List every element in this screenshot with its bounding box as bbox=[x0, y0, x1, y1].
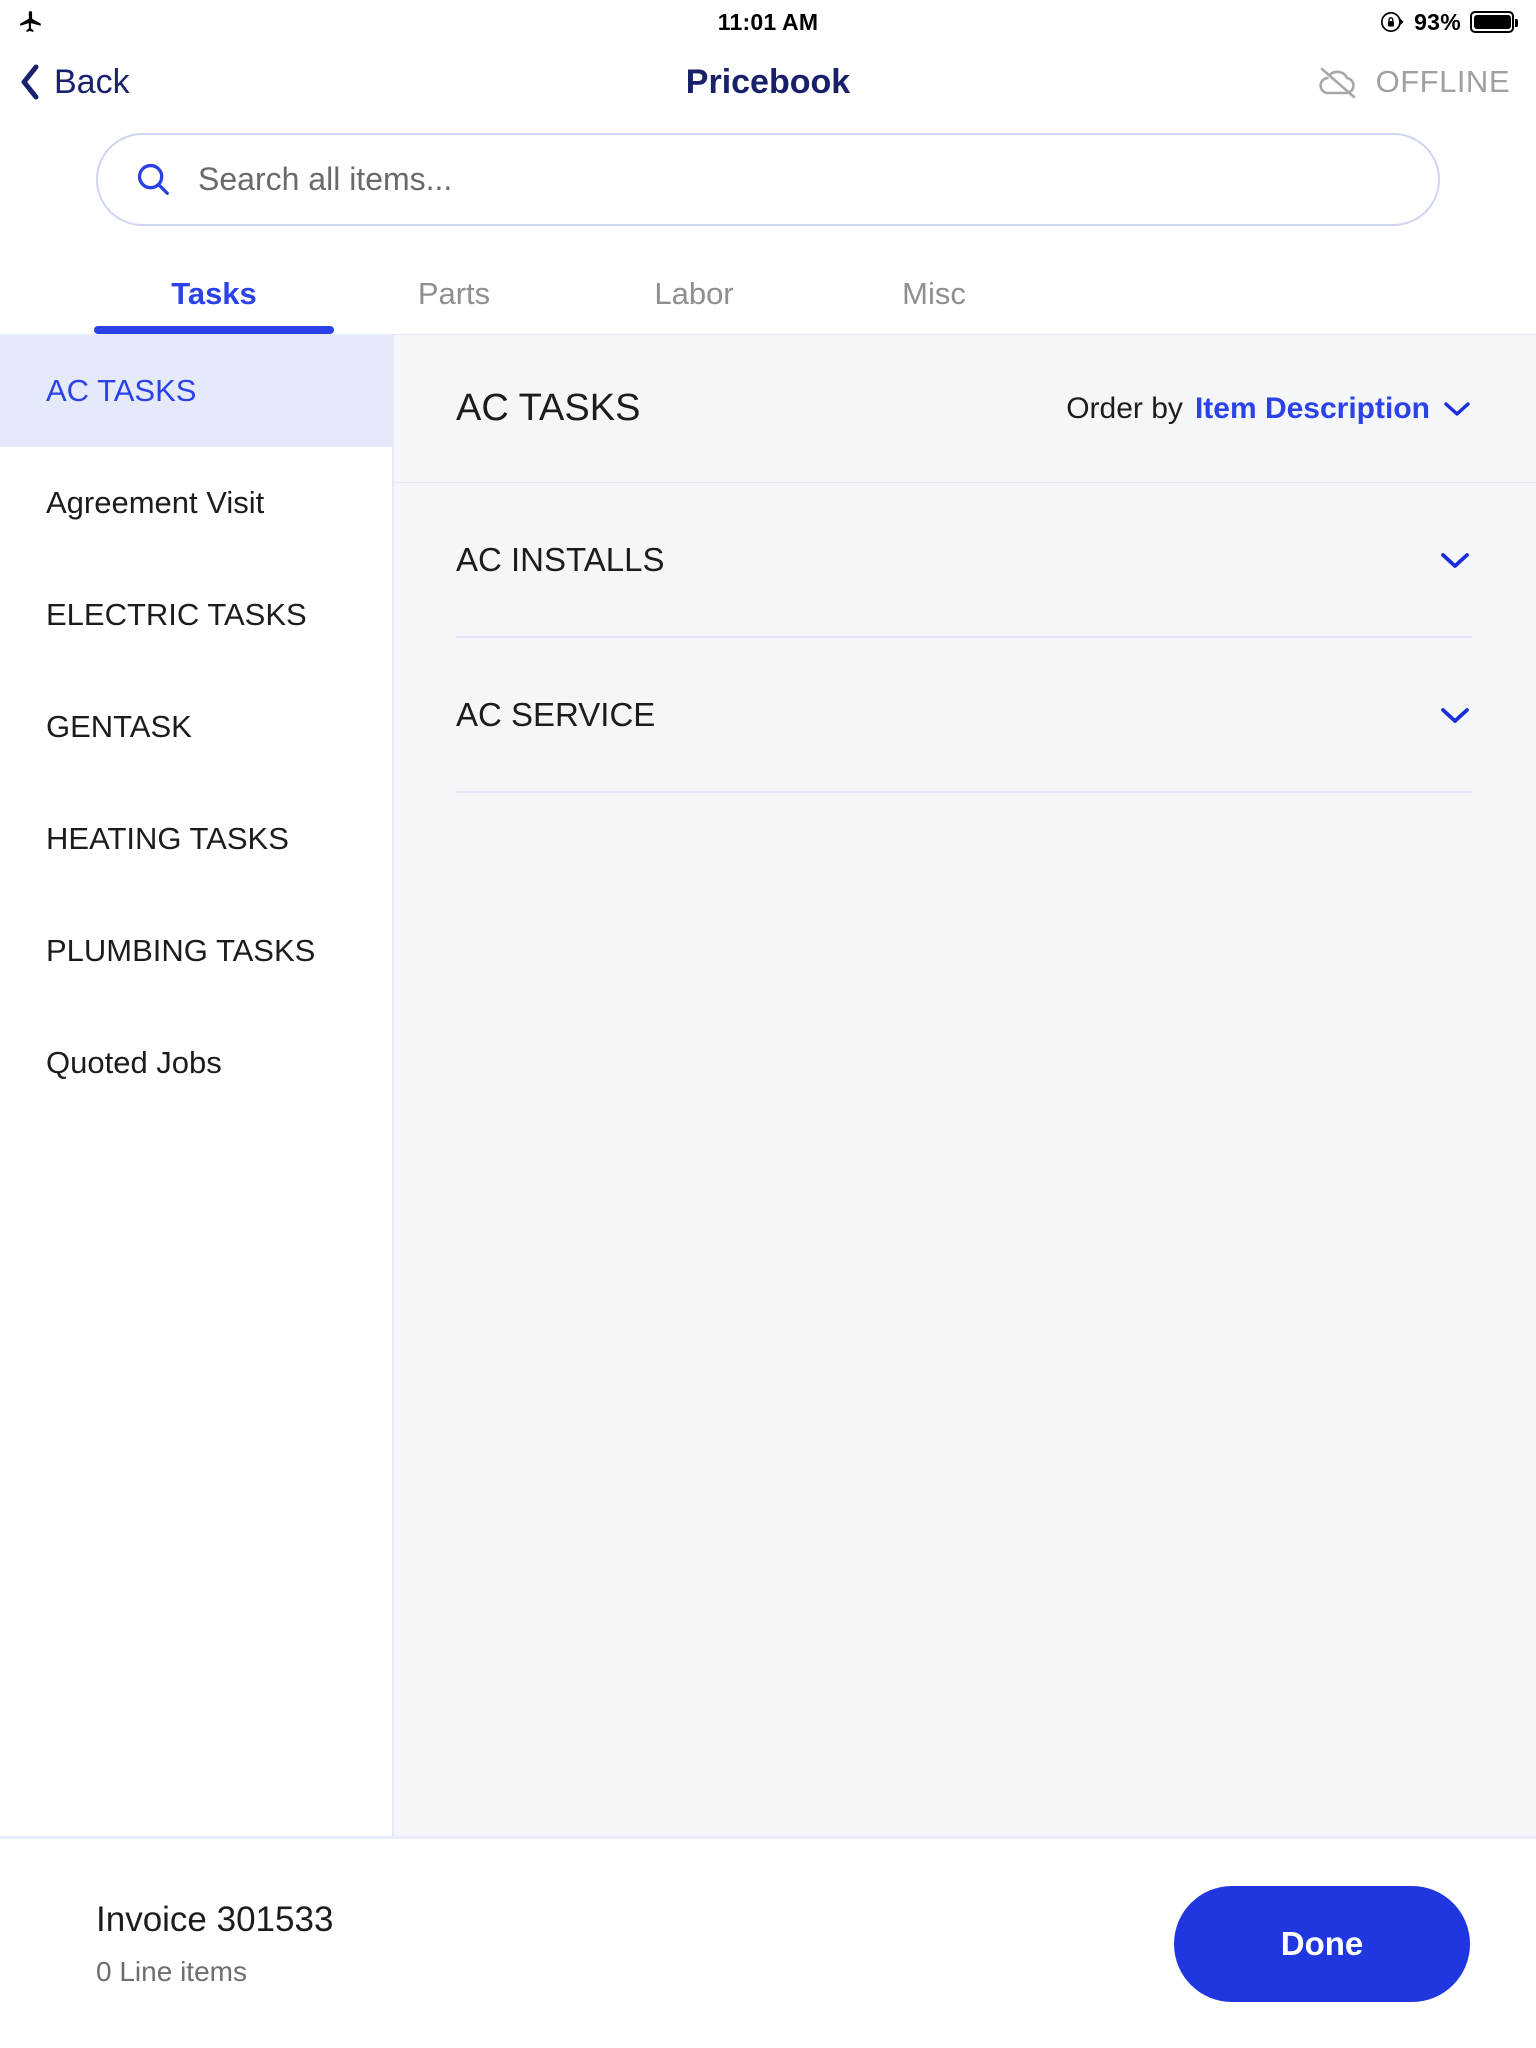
search-box[interactable] bbox=[96, 132, 1440, 226]
chevron-down-icon[interactable] bbox=[1438, 549, 1472, 571]
sidebar-item-agreement-visit[interactable]: Agreement Visit bbox=[0, 447, 392, 559]
task-group-label: AC SERVICE bbox=[456, 695, 656, 733]
battery-icon bbox=[1470, 11, 1518, 33]
body-split: AC TASKS Agreement Visit ELECTRIC TASKS … bbox=[0, 334, 1536, 1836]
search-section bbox=[0, 120, 1536, 238]
search-icon bbox=[134, 160, 172, 198]
category-sidebar[interactable]: AC TASKS Agreement Visit ELECTRIC TASKS … bbox=[0, 335, 394, 1836]
order-by-label: Order by bbox=[1066, 391, 1183, 425]
content-header: AC TASKS Order by Item Description bbox=[394, 335, 1536, 483]
sidebar-item-plumbing-tasks[interactable]: PLUMBING TASKS bbox=[0, 895, 392, 1007]
content-panel: AC TASKS Order by Item Description AC IN… bbox=[394, 335, 1536, 1836]
sidebar-item-heating-tasks[interactable]: HEATING TASKS bbox=[0, 783, 392, 895]
status-bar-left bbox=[18, 9, 44, 35]
navigation-bar: Back Pricebook OFFLINE bbox=[0, 44, 1536, 120]
sidebar-item-quoted-jobs[interactable]: Quoted Jobs bbox=[0, 1007, 392, 1119]
back-button[interactable]: Back bbox=[18, 62, 130, 102]
tab-misc[interactable]: Misc bbox=[814, 276, 1054, 334]
tab-labor[interactable]: Labor bbox=[574, 276, 814, 334]
content-title: AC TASKS bbox=[456, 387, 641, 429]
pricebook-screen: 11:01 AM 93% Back Pricebook OFFLINE Sear… bbox=[0, 0, 1536, 2048]
rotation-lock-icon bbox=[1379, 9, 1405, 35]
offline-status-badge: OFFLINE bbox=[1314, 62, 1510, 102]
search-input[interactable] bbox=[198, 160, 1402, 198]
offline-label: OFFLINE bbox=[1375, 64, 1510, 99]
category-tab-bar: Tasks Parts Labor Misc bbox=[0, 238, 1536, 334]
back-button-label: Back bbox=[54, 62, 130, 101]
sidebar-item-gentask[interactable]: GENTASK bbox=[0, 671, 392, 783]
bottom-action-bar: Invoice 301533 0 Line items Done bbox=[0, 1836, 1536, 2048]
chevron-down-icon bbox=[1442, 399, 1472, 419]
status-bar-right: 93% bbox=[1379, 8, 1518, 36]
status-bar-time: 11:01 AM bbox=[717, 8, 819, 35]
tab-tasks[interactable]: Tasks bbox=[94, 276, 334, 334]
chevron-left-icon bbox=[18, 62, 42, 102]
task-group-ac-installs[interactable]: AC INSTALLS bbox=[456, 483, 1472, 638]
line-items-count: 0 Line items bbox=[96, 1955, 247, 1987]
invoice-summary: Invoice 301533 0 Line items bbox=[96, 1900, 333, 1988]
page-title: Pricebook bbox=[685, 62, 851, 101]
tab-parts[interactable]: Parts bbox=[334, 276, 574, 334]
invoice-number: Invoice 301533 bbox=[96, 1899, 334, 1939]
status-bar: 11:01 AM 93% bbox=[0, 0, 1536, 44]
chevron-down-icon[interactable] bbox=[1438, 704, 1472, 726]
task-group-ac-service[interactable]: AC SERVICE bbox=[456, 638, 1472, 793]
cloud-offline-icon bbox=[1314, 62, 1362, 102]
task-group-list: AC INSTALLS AC SERVICE bbox=[394, 483, 1536, 793]
order-by-value: Item Description bbox=[1194, 391, 1430, 425]
done-button[interactable]: Done bbox=[1174, 1885, 1470, 2002]
sidebar-item-electric-tasks[interactable]: ELECTRIC TASKS bbox=[0, 559, 392, 671]
order-by-control[interactable]: Order by Item Description bbox=[1066, 392, 1472, 426]
airplane-mode-icon bbox=[18, 9, 44, 35]
battery-percent-label: 93% bbox=[1414, 8, 1461, 35]
sidebar-item-ac-tasks[interactable]: AC TASKS bbox=[0, 335, 392, 447]
task-group-label: AC INSTALLS bbox=[456, 540, 665, 578]
